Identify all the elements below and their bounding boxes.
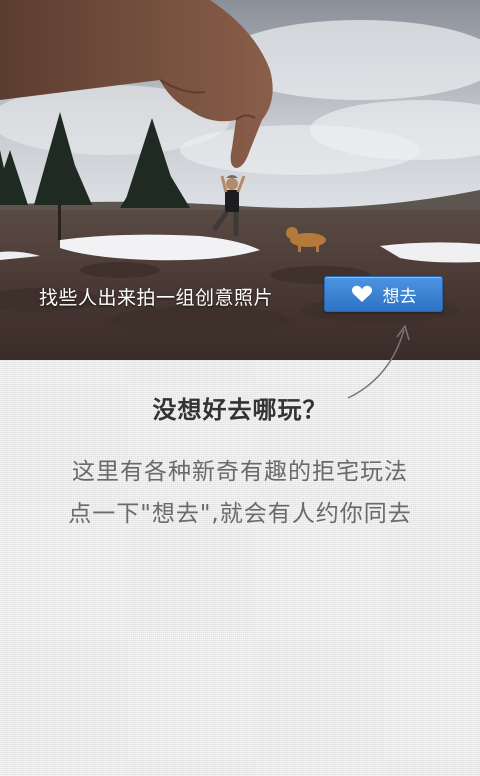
want-to-go-button[interactable]: 想去 (324, 276, 443, 312)
want-to-go-label: 想去 (382, 286, 417, 307)
promo-title: 没想好去哪玩？ (152, 396, 328, 424)
heart-icon (351, 285, 373, 303)
promo-line-2: 点一下"想去",就会有人约你同去 (68, 501, 412, 527)
promo-line-1: 这里有各种新奇有趣的拒宅玩法 (72, 459, 408, 485)
photo-caption: 找些人出来拍一组创意照片 (39, 287, 274, 309)
